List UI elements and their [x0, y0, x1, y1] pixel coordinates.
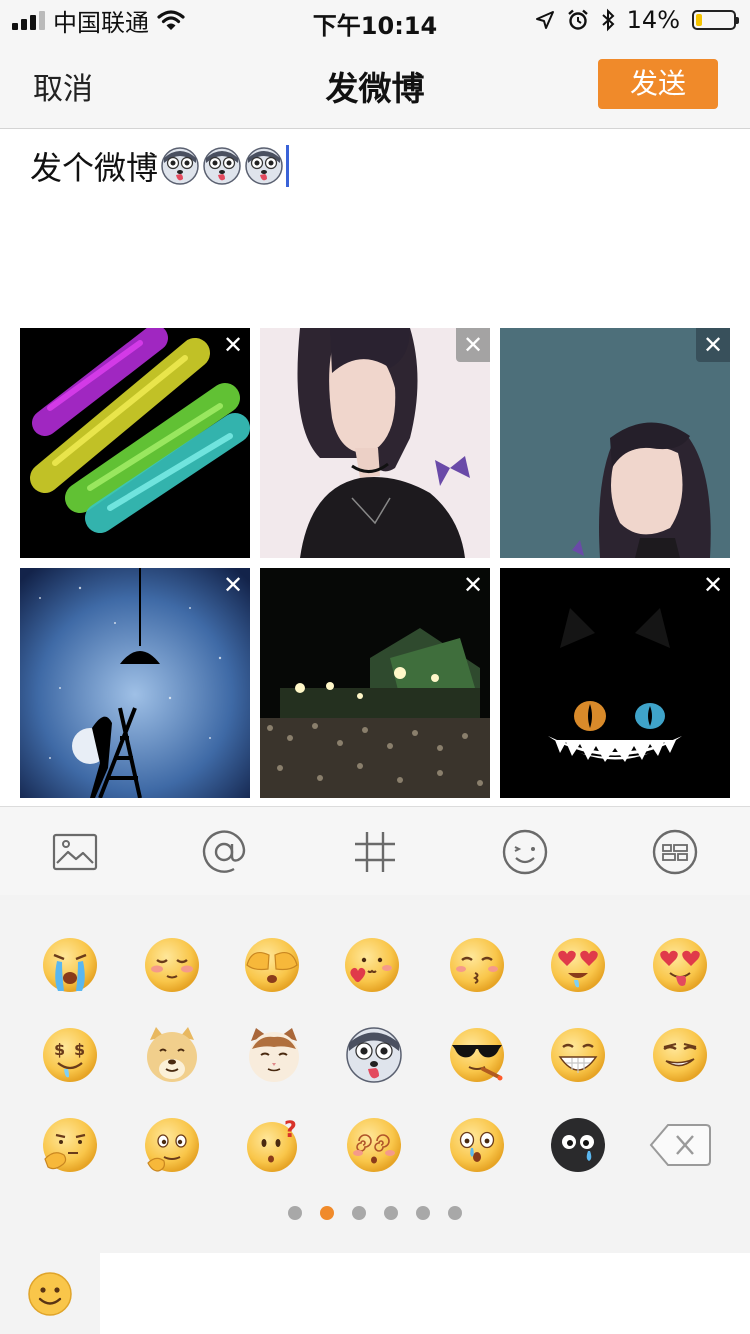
compose-text-field[interactable]: 发个微博 — [30, 142, 720, 190]
close-icon: ✕ — [462, 571, 484, 599]
husky-emoji[interactable] — [344, 1025, 404, 1085]
emoji-page-indicator — [0, 1206, 750, 1222]
love-heart-emoji[interactable] — [342, 935, 402, 995]
image-thumb-rainbow-brush-strokes[interactable]: ✕ — [20, 328, 250, 558]
alarm-icon — [567, 9, 588, 30]
husky-emoji-icon — [203, 147, 241, 185]
girl-butterfly-image — [260, 328, 490, 558]
remove-image-button[interactable]: ✕ — [696, 328, 730, 362]
battery-icon — [692, 10, 739, 30]
svg-text:$: $ — [54, 1040, 65, 1059]
bluetooth-icon — [601, 8, 615, 32]
more-icon — [652, 829, 698, 875]
girl-teal-image — [500, 328, 730, 558]
at-icon — [202, 830, 246, 873]
status-bar: 中国联通 下午10:14 14% — [0, 0, 750, 40]
cover-eyes-emoji[interactable] — [242, 935, 302, 995]
emoji-icon — [502, 829, 548, 875]
page-dot[interactable] — [416, 1206, 430, 1220]
send-button[interactable]: 发送 — [598, 59, 718, 109]
nav-bar: 取消 发微博 发送 — [0, 40, 750, 129]
remove-image-button[interactable]: ✕ — [456, 328, 490, 362]
hashtag-button[interactable] — [350, 827, 400, 877]
cancel-button[interactable]: 取消 — [33, 64, 93, 108]
insert-image-button[interactable] — [50, 827, 100, 877]
heart-eyes-emoji[interactable] — [548, 935, 608, 995]
rainbow-brush-image — [20, 328, 250, 558]
doge-emoji[interactable] — [142, 1025, 202, 1085]
ladder-moon-image — [20, 568, 250, 798]
smirk-emoji[interactable] — [650, 1025, 710, 1085]
remove-image-button[interactable]: ✕ — [216, 568, 250, 602]
money-eyes-emoji[interactable]: $ $ — [40, 1025, 100, 1085]
remove-image-button[interactable]: ✕ — [456, 568, 490, 602]
crying-emoji[interactable] — [40, 935, 100, 995]
close-icon: ✕ — [222, 331, 244, 359]
battery-percent: 14% — [626, 6, 680, 34]
page-dot-active[interactable] — [320, 1206, 334, 1220]
emoji-button[interactable] — [500, 827, 550, 877]
location-icon — [535, 11, 554, 29]
cat-emoji[interactable] — [244, 1025, 304, 1085]
page-dot[interactable] — [448, 1206, 462, 1220]
drool-emoji[interactable] — [142, 1115, 202, 1175]
svg-text:$: $ — [74, 1040, 85, 1059]
close-icon: ✕ — [702, 331, 724, 359]
shocked-tear-emoji[interactable] — [447, 1115, 507, 1175]
black-face-tear-emoji[interactable] — [548, 1115, 608, 1175]
close-icon: ✕ — [702, 571, 724, 599]
emoji-panel: $ $ ? — [0, 895, 750, 1253]
more-options-button[interactable] — [650, 827, 700, 877]
close-icon: ✕ — [222, 571, 244, 599]
mention-button[interactable] — [199, 827, 249, 877]
remove-image-button[interactable]: ✕ — [696, 568, 730, 602]
close-icon: ✕ — [462, 331, 484, 359]
page-dot[interactable] — [384, 1206, 398, 1220]
question-emoji[interactable]: ? — [244, 1115, 304, 1175]
image-icon — [52, 833, 98, 871]
image-thumb-black-cat-grin[interactable]: ✕ — [500, 568, 730, 798]
delete-key-icon[interactable] — [648, 1119, 712, 1171]
husky-emoji-icon — [161, 147, 199, 185]
image-thumb-concert-crowd[interactable]: ✕ — [260, 568, 490, 798]
remove-image-button[interactable]: ✕ — [216, 328, 250, 362]
text-cursor — [286, 145, 290, 187]
image-grid: ✕ ✕ ✕ ✕ ✕ ✕ — [20, 328, 730, 798]
status-right: 14% — [535, 6, 739, 34]
thinking-emoji[interactable] — [40, 1115, 100, 1175]
hashtag-icon — [355, 832, 395, 872]
big-grin-emoji[interactable] — [548, 1025, 608, 1085]
image-thumb-ladder-moon-night[interactable]: ✕ — [20, 568, 250, 798]
sunglasses-emoji[interactable] — [447, 1025, 507, 1085]
image-thumb-girl-teal-background[interactable]: ✕ — [500, 328, 730, 558]
compose-toolbar — [0, 806, 750, 896]
concert-crowd-image — [260, 568, 490, 798]
kiss-emoji[interactable] — [447, 935, 507, 995]
emoji-category-bar — [0, 1253, 750, 1334]
shy-emoji[interactable] — [142, 935, 202, 995]
husky-emoji-icon — [245, 147, 283, 185]
smiley-tab-icon — [28, 1271, 72, 1316]
compose-text: 发个微博 — [30, 149, 159, 187]
page-dot[interactable] — [352, 1206, 366, 1220]
svg-text:?: ? — [284, 1118, 297, 1143]
dizzy-emoji[interactable] — [344, 1115, 404, 1175]
black-cat-image — [500, 568, 730, 798]
heart-tongue-emoji[interactable] — [650, 935, 710, 995]
emoji-category-tab[interactable] — [0, 1253, 100, 1334]
image-thumb-girl-with-butterfly[interactable]: ✕ — [260, 328, 490, 558]
page-dot[interactable] — [288, 1206, 302, 1220]
